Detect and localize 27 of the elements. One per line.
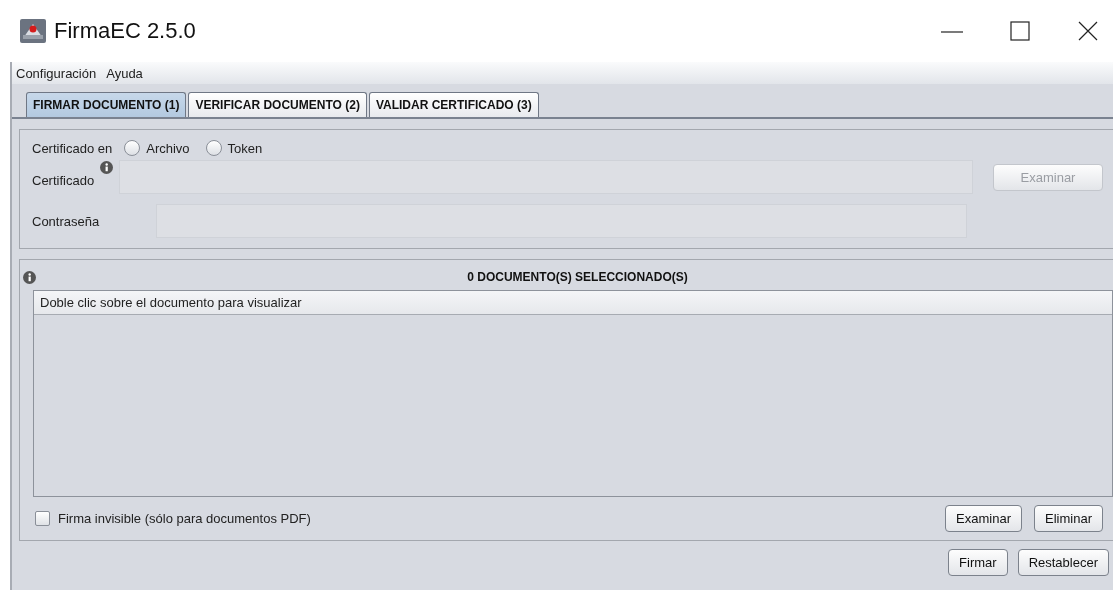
menu-item[interactable]: Ayuda bbox=[104, 65, 145, 81]
action-button[interactable]: Eliminar bbox=[1034, 505, 1103, 532]
radio-button[interactable] bbox=[205, 140, 222, 156]
field-label: Certificado bbox=[32, 173, 95, 188]
radio-label: Token bbox=[227, 140, 263, 156]
maximize-icon[interactable] bbox=[1009, 20, 1031, 42]
tab[interactable]: VALIDAR CERTIFICADO (3) bbox=[368, 92, 539, 117]
menu-item[interactable]: Configuración bbox=[14, 65, 99, 81]
checkbox[interactable] bbox=[35, 511, 50, 526]
radio-label: Archivo bbox=[146, 140, 190, 156]
field-label: Certificado en bbox=[32, 140, 113, 156]
close-icon[interactable] bbox=[1077, 20, 1099, 42]
app-logo-icon bbox=[20, 19, 46, 43]
list-header: Doble clic sobre el documento para visualizar bbox=[34, 291, 1112, 315]
tab[interactable]: FIRMAR DOCUMENTO (1) bbox=[26, 92, 187, 117]
document-list[interactable]: Doble clic sobre el documento para visualizar bbox=[33, 290, 1113, 497]
documents-heading: 0 DOCUMENTO(S) SELECCIONADO(S) bbox=[466, 270, 689, 284]
info-icon bbox=[23, 271, 36, 284]
action-button[interactable]: Examinar bbox=[945, 505, 1023, 532]
radio-button[interactable] bbox=[124, 140, 141, 156]
action-button[interactable]: Restablecer bbox=[1017, 549, 1109, 576]
checkbox-label: Firma invisible (sólo para documentos PDF) bbox=[58, 511, 312, 526]
window-title: FirmaEC 2.5.0 bbox=[54, 18, 197, 44]
info-icon bbox=[100, 161, 114, 174]
action-button[interactable]: Firmar bbox=[948, 549, 1008, 576]
tab[interactable]: VERIFICAR DOCUMENTO (2) bbox=[188, 92, 367, 117]
field-label: Contraseña bbox=[32, 213, 101, 229]
